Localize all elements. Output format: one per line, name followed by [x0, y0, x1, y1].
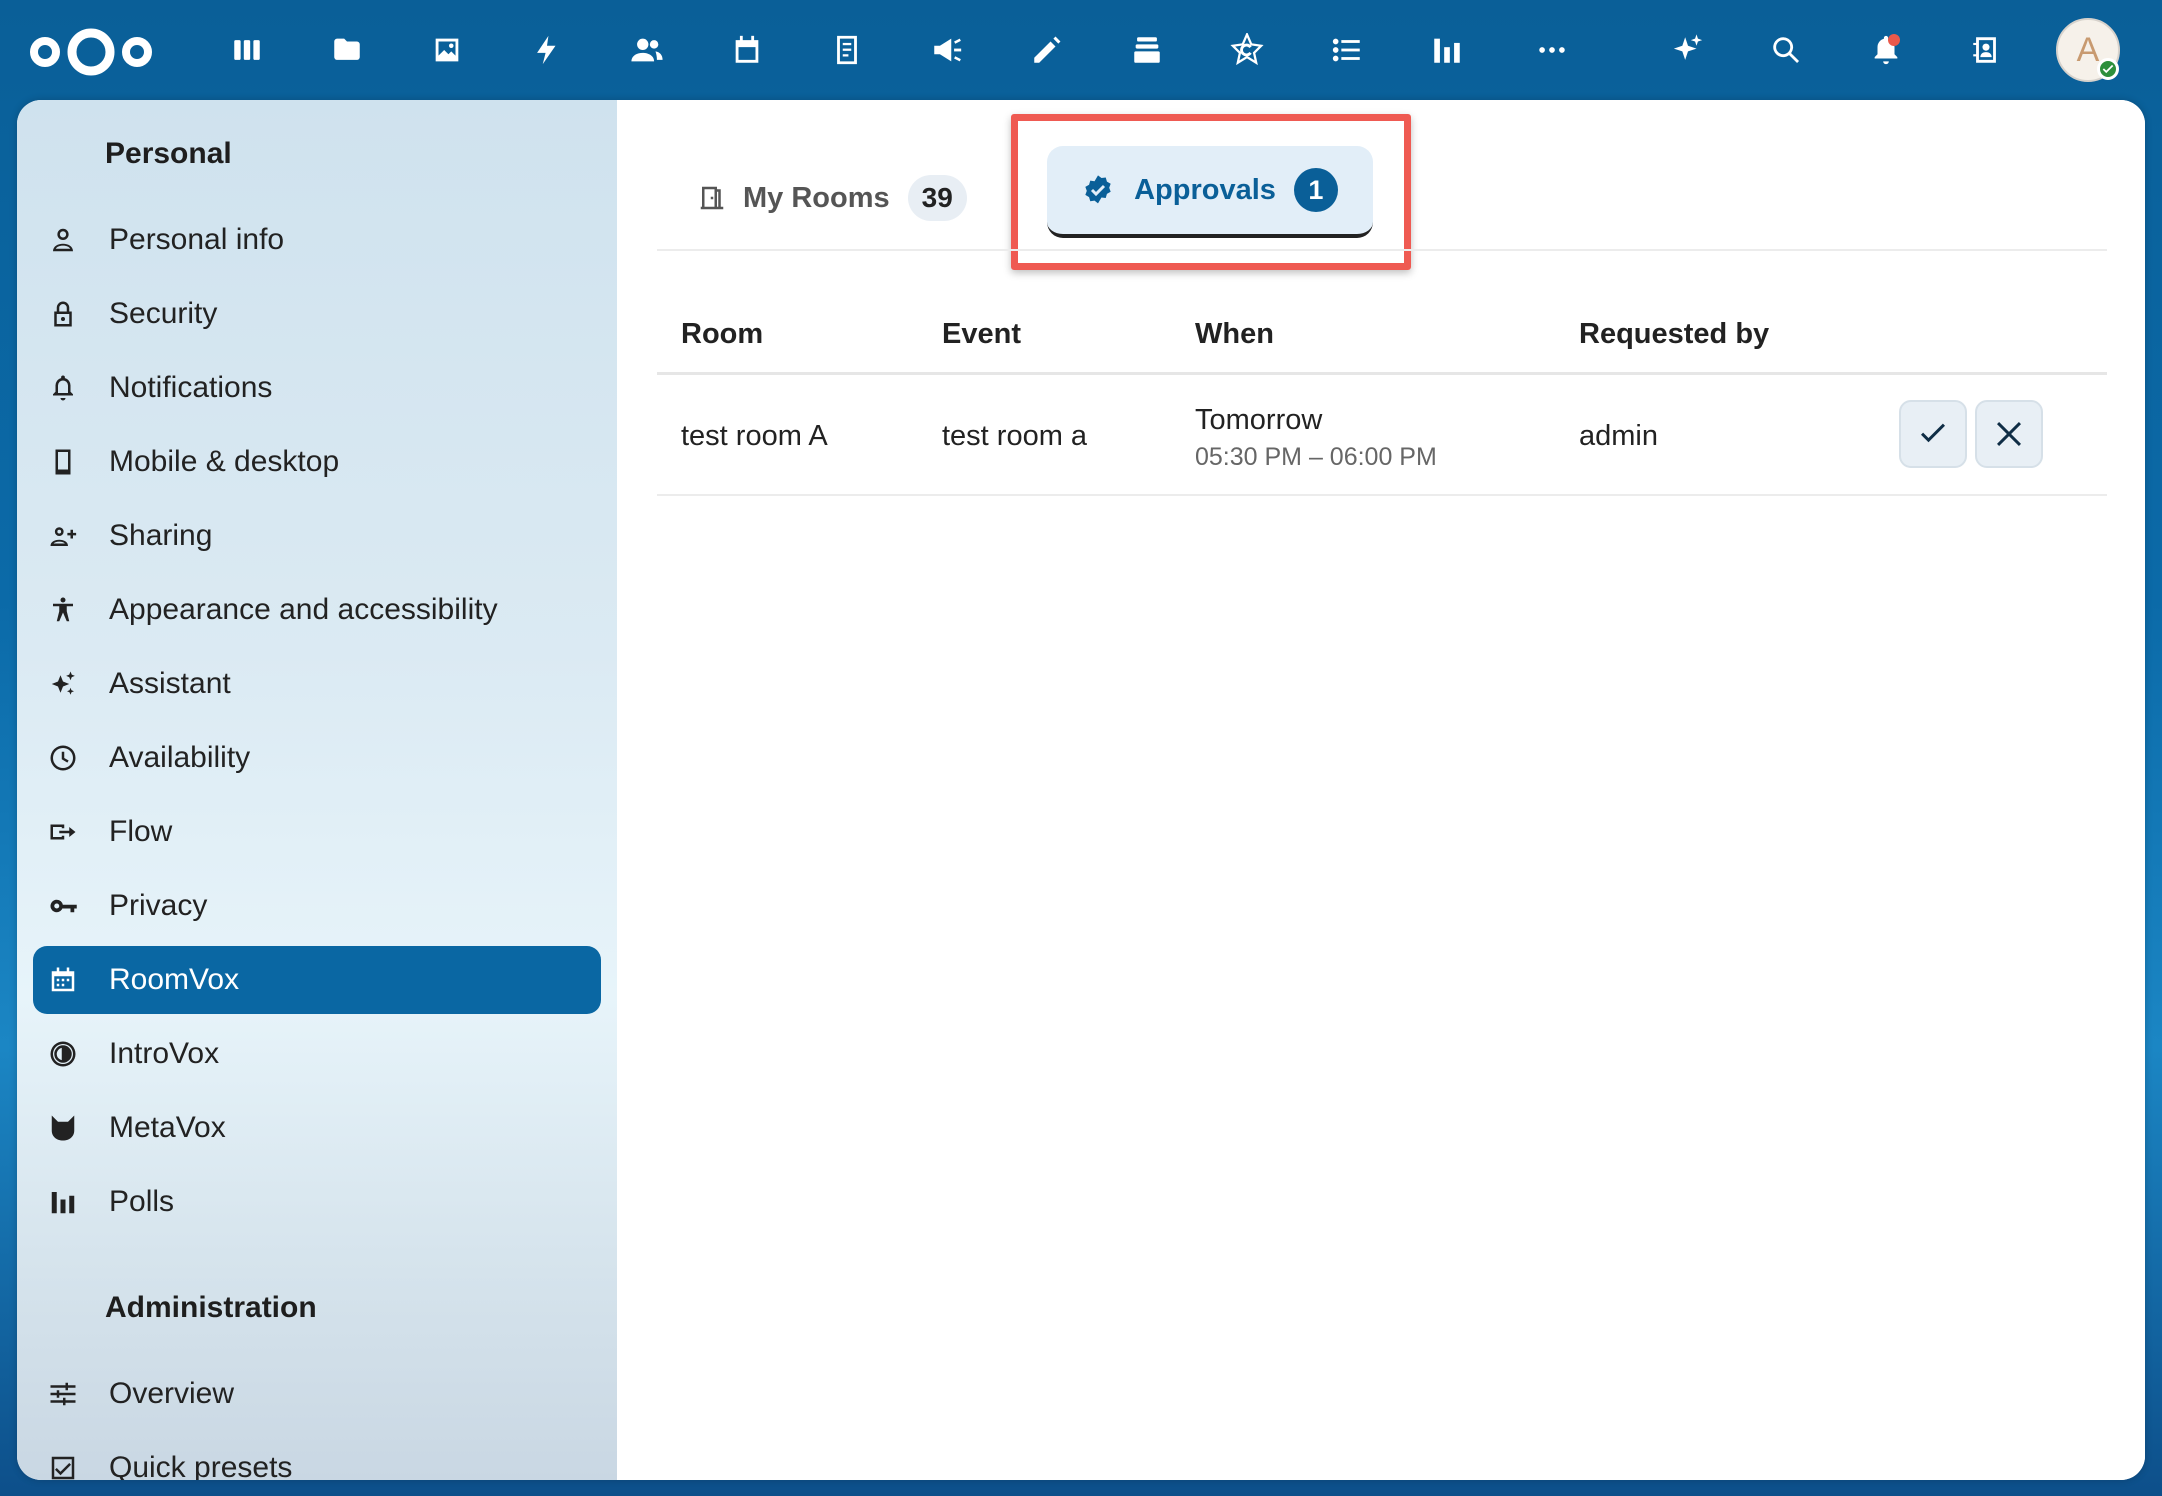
- files-icon[interactable]: [327, 30, 367, 70]
- sidebar-item-label: Sharing: [109, 519, 213, 552]
- section-personal-title: Personal: [105, 137, 232, 170]
- calendar-grid-icon: [47, 964, 79, 996]
- cell-event: test room a: [942, 420, 1088, 452]
- count-badge: 39: [907, 175, 967, 221]
- column-header-when: When: [1195, 318, 1274, 350]
- sidebar-item-label: Polls: [109, 1185, 175, 1218]
- sidebar-item-label: Privacy: [109, 889, 208, 922]
- cell-when-day: Tomorrow: [1195, 404, 1323, 436]
- sidebar-item-label: Appearance and accessibility: [109, 593, 498, 626]
- sidebar-item-flow[interactable]: Flow: [33, 798, 601, 866]
- sidebar-item-sharing[interactable]: Sharing: [33, 502, 601, 570]
- edit-icon[interactable]: [1027, 30, 1067, 70]
- avatar-letter: A: [2076, 30, 2100, 69]
- contacts-icon[interactable]: [627, 30, 667, 70]
- column-header-room: Room: [681, 318, 764, 350]
- reject-button[interactable]: [1975, 400, 2043, 468]
- annotation-highlight-box: [1011, 114, 1411, 270]
- clock-icon: [47, 742, 79, 774]
- sidebar-item-label: MetaVox: [109, 1111, 226, 1144]
- sidebar-item-label: Overview: [109, 1377, 235, 1410]
- deck-icon[interactable]: [1127, 30, 1167, 70]
- sidebar-item-label: Quick presets: [109, 1451, 293, 1480]
- roomvox-content: My Rooms 39 Approvals 1 Room Event When …: [617, 100, 2145, 1480]
- sidebar-item-label: RoomVox: [109, 963, 240, 996]
- notification-dot: [1888, 34, 1900, 46]
- settings-window: Personal Personal info Security Notifica…: [17, 100, 2145, 1480]
- contacts-menu-icon[interactable]: [1966, 30, 2006, 70]
- introvox-icon: [47, 1038, 79, 1070]
- check-icon: [1921, 423, 1945, 443]
- sidebar-item-label: Personal info: [109, 223, 285, 256]
- cell-requested-by: admin: [1579, 420, 1658, 452]
- bar-chart-icon: [47, 1186, 79, 1218]
- top-header: A: [0, 0, 2162, 100]
- accessibility-icon: [47, 594, 79, 626]
- notes-icon[interactable]: [827, 30, 867, 70]
- sidebar-item-quick-presets[interactable]: Quick presets: [33, 1434, 601, 1480]
- person-icon: [47, 224, 79, 256]
- door-icon: [700, 186, 724, 210]
- sidebar-item-label: Notifications: [109, 371, 273, 404]
- tasks-icon[interactable]: [1327, 30, 1367, 70]
- assistant-icon[interactable]: [1668, 30, 1708, 70]
- sliders-icon: [47, 1378, 79, 1410]
- cell-when-time: 05:30 PM – 06:00 PM: [1195, 443, 1437, 471]
- approve-button[interactable]: [1899, 400, 1967, 468]
- tab-divider: [657, 249, 2107, 251]
- sidebar-item-personal-info[interactable]: Personal info: [33, 206, 601, 274]
- section-administration-title: Administration: [105, 1291, 317, 1324]
- settings-sidebar: Personal Personal info Security Notifica…: [17, 100, 617, 1480]
- key-icon: [47, 890, 79, 922]
- cell-room: test room A: [681, 420, 828, 452]
- more-icon[interactable]: [1532, 30, 1572, 70]
- dashboard-icon[interactable]: [227, 30, 267, 70]
- share-icon: [47, 520, 79, 552]
- table-row-divider: [657, 494, 2107, 496]
- sparkle-icon: [47, 668, 79, 700]
- sidebar-item-mobile-desktop[interactable]: Mobile & desktop: [33, 428, 601, 496]
- close-icon: [1997, 422, 2021, 446]
- announcements-icon[interactable]: [927, 30, 967, 70]
- notifications-bell-icon[interactable]: [1866, 30, 1906, 70]
- tab-label: My Rooms: [743, 181, 890, 214]
- checkbox-icon: [47, 1452, 79, 1480]
- sidebar-item-availability[interactable]: Availability: [33, 724, 601, 792]
- sidebar-item-metavox[interactable]: MetaVox: [33, 1094, 601, 1162]
- sidebar-item-notifications[interactable]: Notifications: [33, 354, 601, 422]
- online-status-icon: [2097, 58, 2119, 80]
- column-header-requested-by: Requested by: [1579, 318, 1770, 350]
- sidebar-item-label: Mobile & desktop: [109, 445, 340, 478]
- polls-icon[interactable]: [1427, 30, 1467, 70]
- bell-icon: [47, 372, 79, 404]
- activity-icon[interactable]: [527, 30, 567, 70]
- photos-icon[interactable]: [427, 30, 467, 70]
- sidebar-item-assistant[interactable]: Assistant: [33, 650, 601, 718]
- sidebar-item-privacy[interactable]: Privacy: [33, 872, 601, 940]
- sidebar-item-label: Availability: [109, 741, 251, 774]
- sidebar-item-overview[interactable]: Overview: [33, 1360, 601, 1428]
- sidebar-item-polls[interactable]: Polls: [33, 1168, 601, 1236]
- table-header-divider: [657, 372, 2107, 375]
- sidebar-item-appearance[interactable]: Appearance and accessibility: [33, 576, 601, 644]
- flow-icon: [47, 816, 79, 848]
- circle-icon[interactable]: [1227, 30, 1267, 70]
- sidebar-item-label: IntroVox: [109, 1037, 220, 1070]
- column-header-event: Event: [942, 318, 1021, 350]
- search-icon[interactable]: [1766, 30, 1806, 70]
- sidebar-item-label: Assistant: [109, 667, 231, 700]
- sidebar-item-label: Flow: [109, 815, 173, 848]
- phone-icon: [47, 446, 79, 478]
- sidebar-item-security[interactable]: Security: [33, 280, 601, 348]
- lock-icon: [47, 298, 79, 330]
- tab-my-rooms[interactable]: My Rooms 39: [697, 170, 967, 226]
- cat-icon: [47, 1112, 79, 1144]
- sidebar-item-label: Security: [109, 297, 218, 330]
- calendar-icon[interactable]: [727, 30, 767, 70]
- nextcloud-logo[interactable]: [28, 24, 154, 80]
- sidebar-item-roomvox[interactable]: RoomVox: [33, 946, 601, 1014]
- sidebar-item-introvox[interactable]: IntroVox: [33, 1020, 601, 1088]
